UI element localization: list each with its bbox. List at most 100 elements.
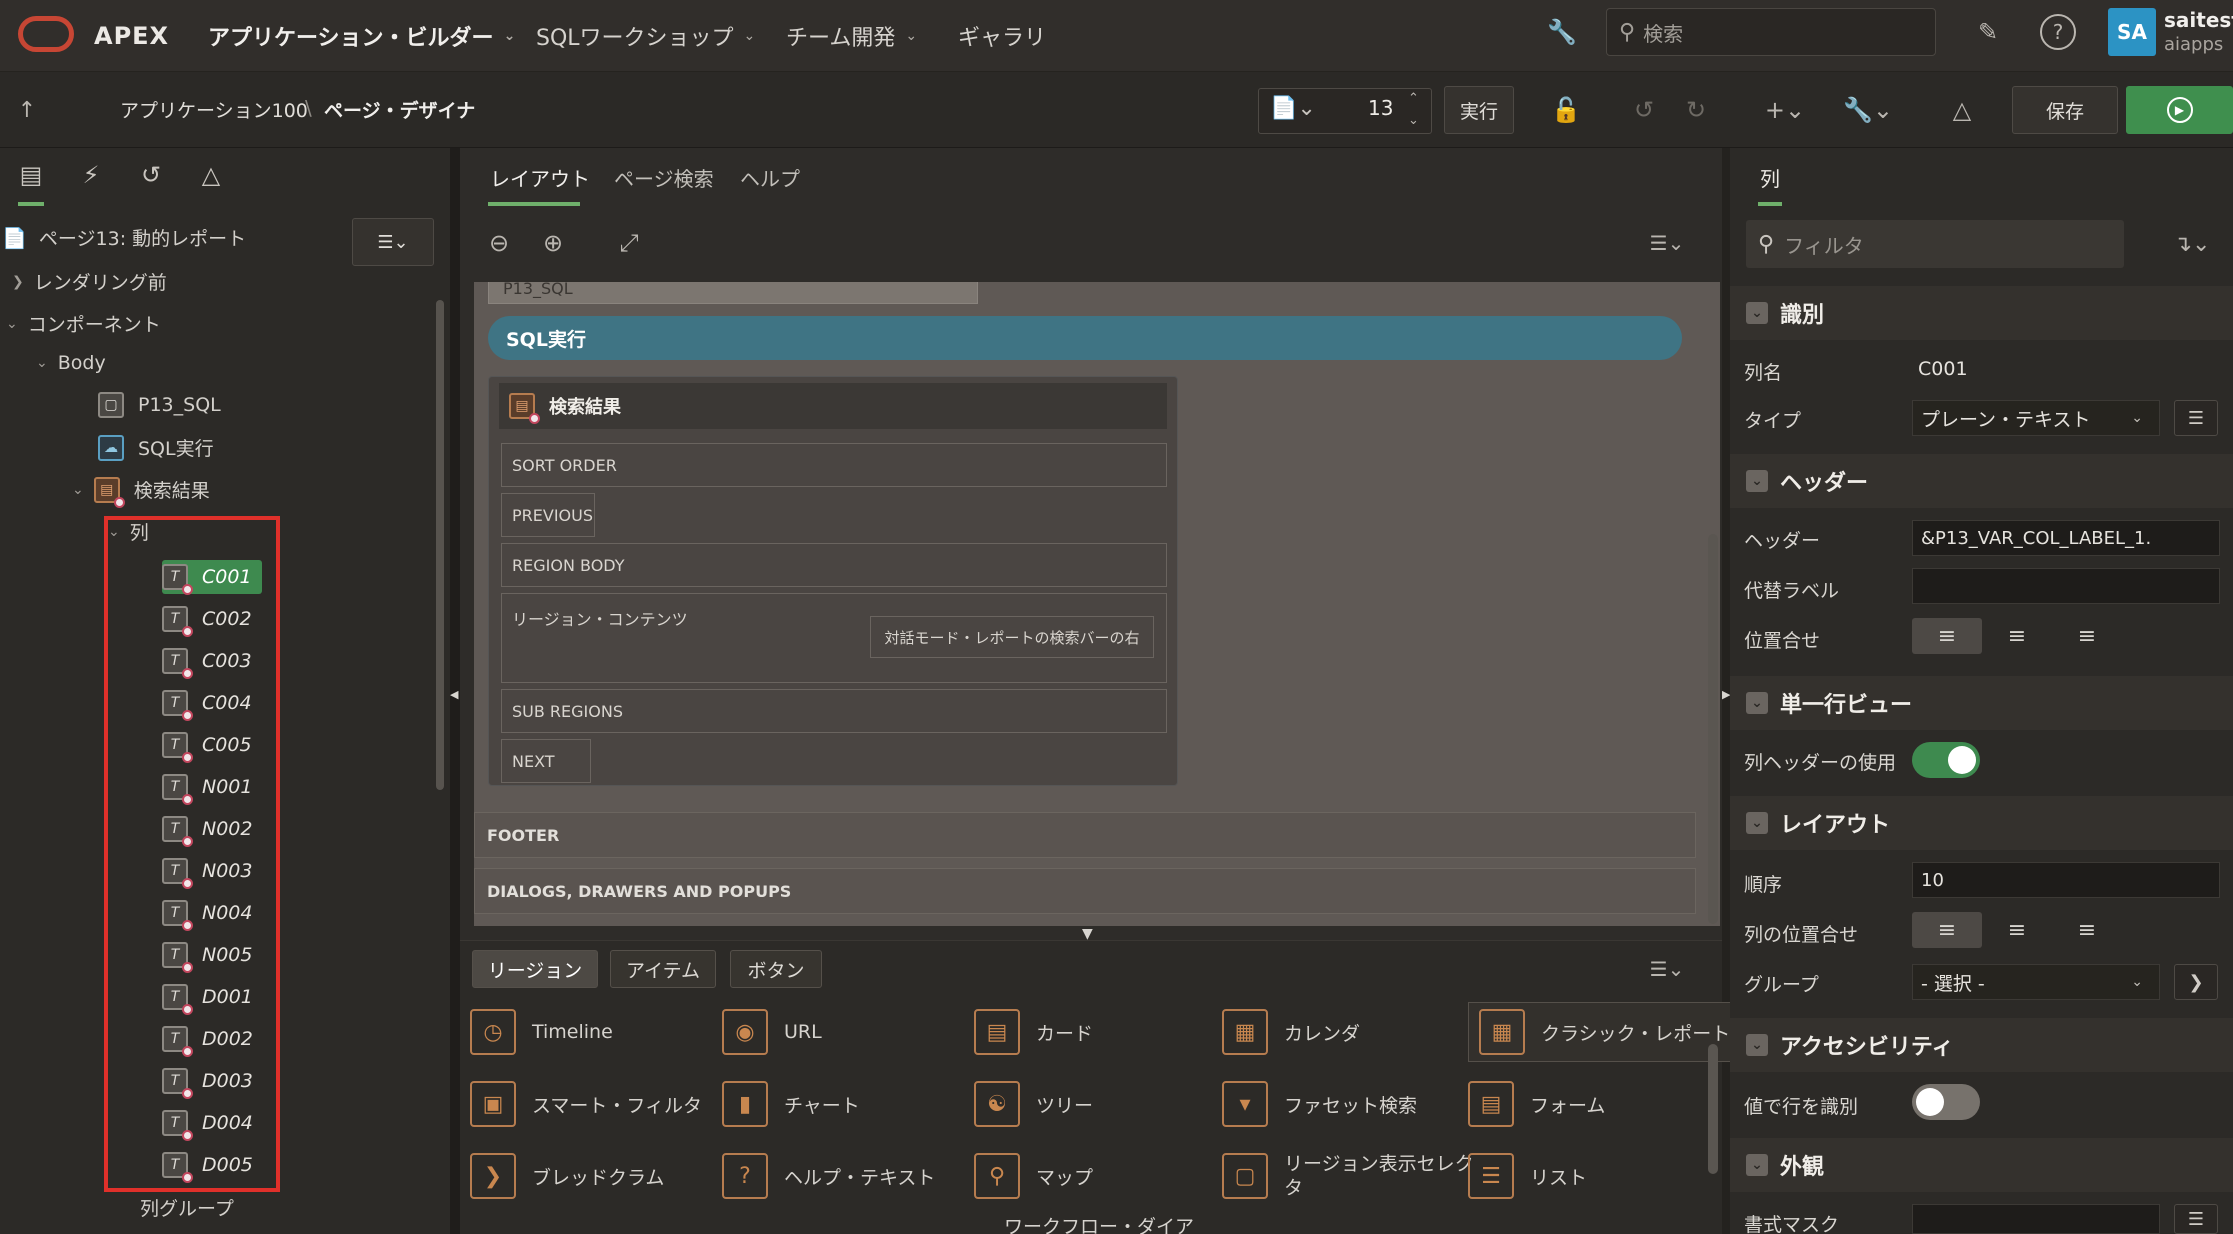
section-accessibility[interactable]: ⌄ アクセシビリティ — [1730, 1018, 2233, 1072]
use-column-heading-toggle[interactable] — [1912, 742, 1980, 778]
list-icon[interactable]: ☰ — [2174, 400, 2218, 436]
zoom-out-icon[interactable]: ⊖ — [484, 228, 514, 258]
canvas-sql-button[interactable]: SQL実行 — [488, 316, 1682, 360]
wrench-icon[interactable]: 🔧 — [1544, 14, 1580, 50]
tab-column[interactable]: 列 — [1760, 148, 1780, 206]
tree-pre-rendering[interactable]: ❯ レンダリング前 — [12, 268, 167, 295]
run-page-button[interactable]: ▶ — [2126, 86, 2233, 134]
tab-help[interactable]: ヘルプ — [740, 148, 800, 206]
gallery-scrollbar[interactable] — [1708, 1044, 1718, 1174]
tree-menu-button[interactable]: ☰⌄ — [352, 218, 434, 266]
tree-region-results[interactable]: ⌄ ▤ 検索結果 — [72, 476, 210, 508]
group-select[interactable]: - 選択 - ⌄ — [1912, 964, 2160, 1000]
go-to-page-button[interactable]: 実行 — [1444, 86, 1514, 134]
shared-components-tab-icon[interactable]: △ — [196, 160, 226, 190]
nav-app-builder[interactable]: アプリケーション・ビルダー ⌄ — [208, 0, 515, 72]
gallery-item[interactable]: ☰ リスト — [1468, 1146, 1587, 1206]
processing-tab-icon[interactable]: ↺ — [136, 160, 166, 190]
canvas-dialogs[interactable]: DIALOGS, DRAWERS AND POPUPS — [474, 868, 1696, 914]
go-to-group-icon[interactable]: ↴⌄ — [2164, 226, 2220, 262]
apex-brand[interactable]: APEX — [94, 0, 169, 72]
tree-scrollbar[interactable] — [436, 300, 444, 790]
tree-components[interactable]: ⌄ コンポーネント — [6, 310, 161, 337]
gallery-item[interactable]: ▦ クラシック・レポート — [1468, 1002, 1742, 1062]
expand-icon[interactable]: ⤢ — [614, 228, 644, 258]
undo-icon[interactable]: ↺ — [1626, 92, 1662, 128]
gallery-tab-items[interactable]: アイテム — [610, 950, 716, 988]
gallery-item[interactable]: ▤ カード — [974, 1002, 1093, 1062]
utilities-menu-icon[interactable]: 🔧⌄ — [1840, 92, 1896, 128]
redo-icon[interactable]: ↻ — [1678, 92, 1714, 128]
canvas-region-results[interactable]: ▤ 検索結果 SORT ORDER PREVIOUS REGION BODY リ… — [488, 376, 1178, 786]
nav-gallery[interactable]: ギャラリ — [958, 0, 1046, 72]
slot-previous[interactable]: PREVIOUS — [501, 493, 595, 537]
gallery-item[interactable]: ? ヘルプ・テキスト — [722, 1146, 935, 1206]
dynamic-actions-tab-icon[interactable]: ⚡ — [76, 160, 106, 190]
save-button[interactable]: 保存 — [2012, 86, 2118, 134]
zoom-in-icon[interactable]: ⊕ — [538, 228, 568, 258]
canvas-item-p13-sql[interactable]: P13_SQL — [488, 282, 978, 304]
align-left-icon[interactable]: ≡ — [1912, 618, 1982, 654]
page-root-node[interactable]: 📄 ページ13: 動的レポート — [2, 224, 246, 251]
page-stepper[interactable]: ⌃ ⌄ — [1408, 88, 1419, 132]
gallery-item[interactable]: ☯ ツリー — [974, 1074, 1093, 1134]
tab-layout[interactable]: レイアウト — [490, 148, 590, 206]
rendering-tab-icon[interactable]: ▤ — [16, 160, 46, 190]
slot-sub-regions[interactable]: SUB REGIONS — [501, 689, 1167, 733]
tab-page-search[interactable]: ページ検索 — [614, 148, 714, 206]
slot-region-body[interactable]: REGION BODY — [501, 543, 1167, 587]
section-identification[interactable]: ⌄ 識別 — [1730, 286, 2233, 340]
gallery-item[interactable]: ▤ フォーム — [1468, 1074, 1605, 1134]
slot-sort-order[interactable]: SORT ORDER — [501, 443, 1167, 487]
nav-sql-workshop[interactable]: SQLワークショップ ⌄ — [536, 0, 755, 72]
admin-icon[interactable]: ✎ — [1968, 14, 2008, 50]
gallery-item[interactable]: ▢ リージョン表示セレクタ — [1222, 1146, 1474, 1206]
tree-body[interactable]: ⌄ Body — [36, 352, 106, 374]
align-right-icon[interactable]: ≡ — [2052, 912, 2122, 948]
create-menu-icon[interactable]: +⌄ — [1760, 92, 1810, 128]
gallery-item[interactable]: ◉ URL — [722, 1002, 822, 1062]
nav-team-dev[interactable]: チーム開発 ⌄ — [786, 0, 917, 72]
help-icon[interactable]: ? — [2040, 14, 2076, 50]
gallery-item[interactable]: ▮ チャート — [722, 1074, 860, 1134]
list-icon[interactable]: ☰ — [2174, 1204, 2218, 1234]
user-name[interactable]: saitest — [2164, 8, 2233, 32]
page-number-input[interactable]: 13 — [1368, 96, 1393, 120]
avatar[interactable]: SA — [2108, 8, 2156, 56]
section-appearance[interactable]: ⌄ 外観 — [1730, 1138, 2233, 1192]
unlock-icon[interactable]: 🔓 — [1546, 92, 1586, 128]
shared-components-icon[interactable]: △ — [1944, 92, 1980, 128]
global-search-input[interactable]: ⚲ 検索 — [1606, 8, 1936, 56]
gallery-item[interactable]: ◷ Timeline — [470, 1002, 613, 1062]
breadcrumb-app[interactable]: アプリケーション100 — [120, 96, 308, 123]
tree-item-p13-sql[interactable]: ▢ P13_SQL — [98, 392, 221, 418]
heading-input[interactable]: &P13_VAR_COL_LABEL_1. — [1912, 520, 2220, 556]
slot-region-content[interactable]: リージョン・コンテンツ 対話モード・レポートの検索バーの右 — [501, 593, 1167, 683]
sequence-input[interactable]: 10 — [1912, 862, 2220, 898]
align-left-icon[interactable]: ≡ — [1912, 912, 1982, 948]
tree-button-sql[interactable]: ☁ SQL実行 — [98, 434, 214, 461]
section-single-row-view[interactable]: ⌄ 単一行ビュー — [1730, 676, 2233, 730]
gallery-item[interactable]: ▣ スマート・フィルタ — [470, 1074, 702, 1134]
gallery-item[interactable]: ▦ カレンダ — [1222, 1002, 1360, 1062]
up-arrow-icon[interactable]: ↑ — [12, 92, 42, 128]
property-filter-input[interactable]: ⚲ フィルタ — [1746, 220, 2124, 268]
gallery-tab-buttons[interactable]: ボタン — [730, 950, 822, 988]
format-mask-input[interactable] — [1912, 1204, 2160, 1234]
slot-next[interactable]: NEXT — [501, 739, 591, 783]
gallery-item[interactable]: ▾ ファセット検索 — [1222, 1074, 1417, 1134]
collapse-left-icon[interactable]: ◀ — [450, 688, 460, 702]
layout-menu-icon[interactable]: ☰⌄ — [1644, 228, 1690, 258]
canvas-scrollbar[interactable] — [1708, 534, 1718, 924]
oracle-logo-icon[interactable] — [18, 16, 74, 52]
align-center-icon[interactable]: ≡ — [1982, 912, 2052, 948]
gallery-menu-icon[interactable]: ☰⌄ — [1644, 954, 1690, 984]
gallery-tab-regions[interactable]: リージョン — [472, 950, 598, 988]
gallery-item-partial[interactable]: ワークフロー・ダイア — [1004, 1216, 1194, 1234]
gallery-item[interactable]: ⚲ マップ — [974, 1146, 1093, 1206]
gallery-item[interactable]: ❯ ブレッドクラム — [470, 1146, 664, 1206]
section-layout[interactable]: ⌄ レイアウト — [1730, 796, 2233, 850]
tree-column-groups[interactable]: 列グループ — [140, 1194, 234, 1221]
align-right-icon[interactable]: ≡ — [2052, 618, 2122, 654]
value-identifies-row-toggle[interactable] — [1912, 1084, 1980, 1120]
